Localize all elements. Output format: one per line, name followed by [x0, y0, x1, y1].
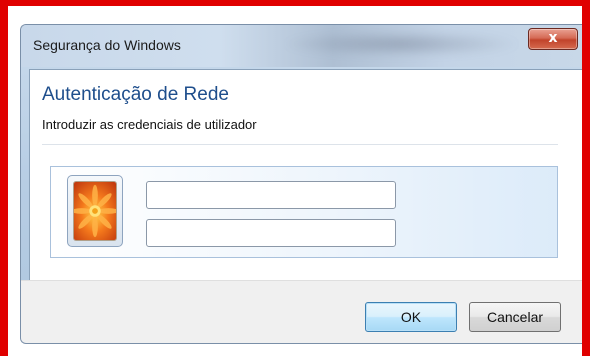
avatar	[67, 175, 123, 247]
divider	[42, 144, 558, 145]
password-input[interactable]	[146, 219, 396, 247]
close-icon: x	[548, 30, 558, 46]
cancel-button[interactable]: Cancelar	[469, 302, 561, 332]
dialog-footer: OK Cancelar	[21, 280, 588, 343]
dialog-subheading: Introduzir as credenciais de utilizador	[42, 117, 257, 132]
window-title: Segurança do Windows	[33, 37, 181, 53]
title-bar[interactable]: Segurança do Windows x	[21, 25, 588, 67]
close-button[interactable]: x	[528, 28, 578, 50]
user-tile-flower-icon	[73, 181, 117, 241]
page-bottom-strip	[0, 342, 590, 356]
windows-security-dialog: Segurança do Windows x Autenticação de R…	[20, 24, 588, 344]
ok-button[interactable]: OK	[365, 302, 457, 332]
title-bar-background-blur	[281, 31, 521, 57]
username-input[interactable]	[146, 181, 396, 209]
dialog-heading: Autenticação de Rede	[42, 84, 229, 105]
credential-tile[interactable]	[50, 166, 558, 258]
